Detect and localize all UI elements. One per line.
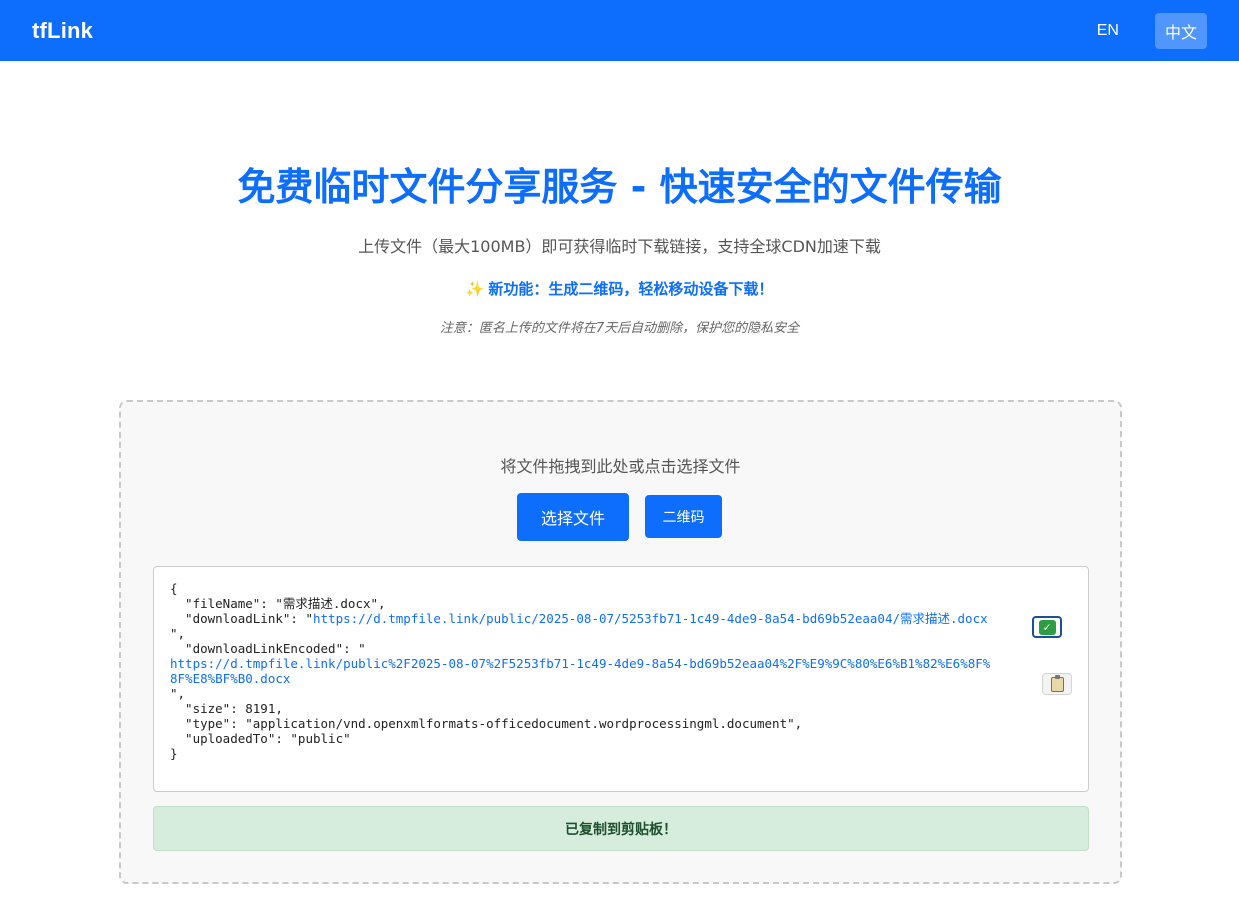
qr-code-button[interactable]: 二维码 [645, 495, 722, 538]
json-line: { [170, 581, 178, 596]
json-line: "downloadLinkEncoded": " [170, 641, 366, 656]
feature-text: 新功能：生成二维码，轻松移动设备下载！ [488, 280, 774, 298]
lang-en-button[interactable]: EN [1087, 16, 1129, 46]
upload-result-json: { "fileName": "需求描述.docx", "downloadLink… [153, 566, 1089, 792]
copied-toast: 已复制到剪贴板！ [153, 806, 1089, 851]
json-line: "type": "application/vnd.openxmlformats-… [170, 716, 803, 731]
json-line: 8F%E8%BF%B0.docx [170, 671, 1072, 686]
json-key: "fileName": [170, 596, 276, 611]
upload-dropzone[interactable]: 将文件拖拽到此处或点击选择文件 选择文件 二维码 { "fileName": "… [119, 400, 1122, 884]
sparkles-icon: ✨ [465, 280, 485, 298]
encoded-download-link-cont[interactable]: 8F%E8%BF%B0.docx [170, 671, 290, 686]
top-navbar: tfLink EN 中文 [0, 0, 1239, 61]
json-line: "downloadLink": "https://d.tmpfile.link/… [170, 611, 1072, 626]
json-line: "size": 8191, [170, 701, 283, 716]
choose-file-button[interactable]: 选择文件 [517, 493, 629, 541]
json-line: ", [170, 686, 186, 701]
dropzone-hint: 将文件拖拽到此处或点击选择文件 [500, 457, 741, 476]
copy-encoded-link-button[interactable] [1042, 673, 1072, 695]
copy-link-button[interactable]: ✓ [1032, 616, 1062, 638]
json-key: "downloadLink": " [170, 611, 313, 626]
brand-logo[interactable]: tfLink [32, 18, 93, 44]
json-line: https://d.tmpfile.link/public%2F2025-08-… [170, 656, 1072, 671]
page-title: 免费临时文件分享服务 - 快速安全的文件传输 [237, 165, 1002, 209]
privacy-notice: 注意：匿名上传的文件将在7天后自动删除，保护您的隐私安全 [439, 321, 800, 336]
clipboard-icon [1050, 674, 1064, 692]
check-mark-icon: ✓ [1038, 619, 1056, 635]
lang-zh-button[interactable]: 中文 [1154, 12, 1207, 49]
download-link[interactable]: https://d.tmpfile.link/public/2025-08-07… [313, 611, 988, 626]
feature-banner: ✨ 新功能：生成二维码，轻松移动设备下载！ [0, 278, 1239, 299]
language-switcher: EN 中文 [1087, 12, 1207, 49]
json-line: "uploadedTo": "public" [170, 731, 351, 746]
json-line: "fileName": "需求描述.docx", [170, 596, 1072, 611]
json-value: "需求描述.docx", [275, 596, 386, 611]
json-line: ", [170, 626, 186, 641]
page-subtitle: 上传文件（最大100MB）即可获得临时下载链接，支持全球CDN加速下载 [358, 237, 881, 256]
encoded-download-link[interactable]: https://d.tmpfile.link/public%2F2025-08-… [170, 656, 990, 671]
json-line: } [170, 746, 178, 761]
